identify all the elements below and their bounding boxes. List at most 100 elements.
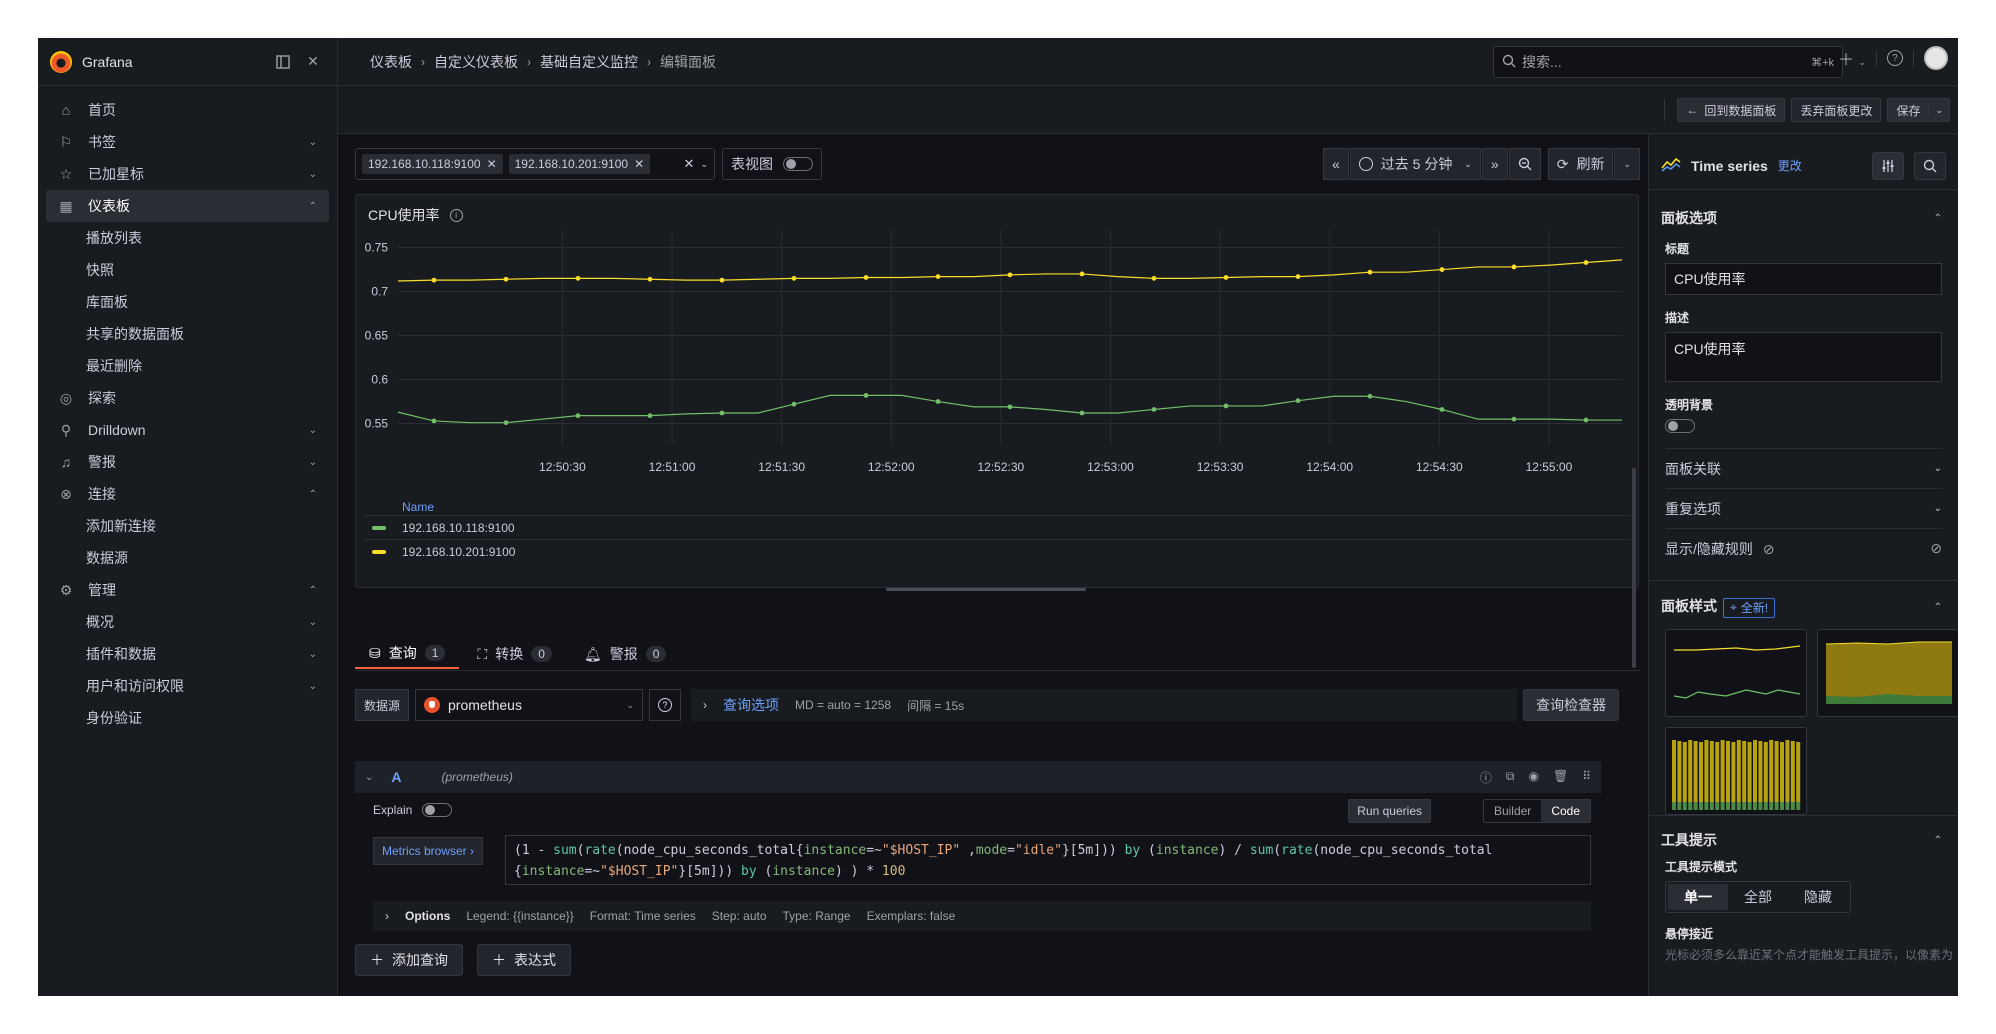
explain-toggle[interactable]: Explain [373,803,453,817]
dock-menu-icon[interactable] [271,50,295,74]
breadcrumb-item[interactable]: 自定义仪表板 [434,52,518,72]
refresh-button[interactable]: ⟳ 刷新 [1547,148,1614,180]
options-settings-button[interactable] [1872,151,1904,180]
transparent-toggle[interactable] [1665,419,1695,433]
horizontal-scrollbar[interactable] [886,588,1086,591]
chevron-down-icon[interactable]: ⌄ [309,425,317,436]
chevron-down-icon[interactable]: ⌄ [309,649,329,660]
remove-icon[interactable]: ✕ [487,157,497,171]
sidebar-item[interactable]: ⊗ 连接 ⌃ [46,478,329,510]
tooltip-header[interactable]: 工具提示 ⌃ [1649,822,1958,858]
discard-changes-button[interactable]: 丢弃面板更改 [1791,98,1882,122]
sidebar-subitem[interactable]: 用户和访问权限 ⌄ [38,670,329,702]
sidebar-subitem[interactable]: 概况 ⌄ [38,606,329,638]
zoom-out-button[interactable] [1508,148,1541,180]
refresh-interval-dropdown[interactable]: ⌄ [1614,148,1640,180]
chevron-down-icon[interactable]: ⌄ [1928,104,1949,116]
change-visualization-link[interactable]: 更改 [1778,157,1802,174]
query-inspector-button[interactable]: 查询检查器 [1523,689,1619,721]
query-options[interactable]: › 查询选项 MD = auto = 1258 间隔 = 15s [691,689,1517,721]
sidebar-subitem[interactable]: 库面板 [38,286,329,318]
title-input[interactable]: CPU使用率 [1665,263,1942,295]
tooltip-mode-single[interactable]: 单一 [1668,884,1728,910]
breadcrumb-item[interactable]: 基础自定义监控 [540,52,638,72]
legend-item[interactable]: 192.168.10.201:9100 [364,539,1630,563]
sidebar-subitem[interactable]: 共享的数据面板 [38,318,329,350]
table-view-toggle[interactable]: 表视图 [722,148,822,180]
chevron-down-icon[interactable]: ⌄ [309,457,317,468]
description-textarea[interactable]: CPU使用率 [1665,332,1942,382]
show-hide-rules-section[interactable]: 显示/隐藏规则 ⊘ ⊘ [1665,528,1942,568]
code-mode-button[interactable]: Code [1541,800,1590,822]
style-preset-lines[interactable] [1665,629,1807,717]
eye-icon[interactable]: ◉ [1528,769,1538,786]
chevron-down-icon[interactable]: ⌄ [309,681,329,692]
variable-chip[interactable]: 192.168.10.118:9100 ✕ [362,154,503,174]
sidebar-subitem[interactable]: 身份验证 [38,702,329,734]
panel-styles-header[interactable]: 面板样式 ⌖ 全新! ⌃ [1649,589,1958,625]
help-icon[interactable]: ? [1887,50,1903,66]
variable-chip[interactable]: 192.168.10.201:9100 ✕ [508,154,651,174]
query-options-summary[interactable]: › Options Legend: {{instance}} Format: T… [373,901,1591,931]
sidebar-item[interactable]: ☆ 已加星标 ⌄ [46,158,329,190]
promql-code-editor[interactable]: (1 - sum(rate(node_cpu_seconds_total{ins… [505,835,1591,885]
sidebar-item[interactable]: ⚲ Drilldown ⌄ [46,414,329,446]
back-to-dashboard-button[interactable]: ← 回到数据面板 [1677,98,1786,122]
shift-back-button[interactable]: « [1323,148,1349,180]
repeat-options-section[interactable]: 重复选项 ⌄ [1665,488,1942,528]
tooltip-mode-hidden[interactable]: 隐藏 [1788,884,1848,910]
datasource-picker[interactable]: prometheus ⌄ [415,689,644,721]
style-preset-area[interactable] [1817,629,1958,717]
chevron-up-icon[interactable]: ⌃ [309,489,317,500]
options-search-button[interactable] [1914,151,1946,180]
sidebar-subitem[interactable]: 最近删除 [38,350,329,382]
sidebar-subitem[interactable]: 播放列表 [38,222,329,254]
close-menu-icon[interactable]: ✕ [301,50,325,74]
sidebar-subitem[interactable]: 添加新连接 [38,510,329,542]
tooltip-mode-all[interactable]: 全部 [1728,884,1788,910]
add-expression-button[interactable]: ＋ 表达式 [477,944,571,976]
variable-selector[interactable]: 192.168.10.118:9100 ✕ 192.168.10.201:9100… [355,148,715,180]
query-ref-id[interactable]: A [391,769,401,785]
visualization-name[interactable]: Time series [1691,158,1768,174]
sidebar-item[interactable]: ▦ 仪表板 ⌃ [46,190,329,222]
line-chart[interactable]: 0.55 0.6 0.65 0.7 0.75 12:50:30 12:51:00 12:51:… [356,195,1640,495]
toggle-switch[interactable] [422,803,453,817]
sidebar-item[interactable]: ⌂ 首页 [46,94,329,126]
chevron-up-icon[interactable]: ⌃ [309,201,317,212]
time-range-picker[interactable]: 过去 5 分钟 ⌄ [1349,148,1481,180]
help-icon[interactable]: ⓘ [1480,769,1492,786]
search-input[interactable]: 搜索... ⌘+k [1493,46,1843,78]
new-plus-icon[interactable]: ＋ ⌄ [1838,46,1866,70]
query-options-link[interactable]: 查询选项 [723,695,779,715]
panel-options-header[interactable]: 面板选项 ⌃ [1649,200,1958,236]
sidebar-item[interactable]: ◎ 探索 [46,382,329,414]
style-preset-bars[interactable] [1665,727,1807,815]
sidebar-subitem[interactable]: 插件和数据 ⌄ [38,638,329,670]
save-button[interactable]: 保存 ⌄ [1887,98,1950,122]
grafana-logo-icon[interactable] [50,50,72,73]
trash-icon[interactable]: 🗑︎ [1553,769,1568,786]
chevron-down-icon[interactable]: ⌄ [309,169,317,180]
sidebar-subitem[interactable]: 数据源 [38,542,329,574]
panel-links-section[interactable]: 面板关联 ⌄ [1665,448,1942,488]
tab-alerts[interactable]: 🔔︎ 警报 0 [570,639,680,669]
toggle-switch[interactable] [783,157,813,171]
metrics-browser-button[interactable]: Metrics browser › [373,837,484,865]
duplicate-icon[interactable]: ⧉ [1506,769,1515,786]
chevron-down-icon[interactable]: ⌄ [700,159,708,170]
remove-icon[interactable]: ✕ [634,157,644,171]
datasource-help-button[interactable]: ? [649,689,682,721]
sidebar-subitem[interactable]: 快照 [38,254,329,286]
legend-item[interactable]: 192.168.10.118:9100 [364,515,1630,539]
chevron-down-icon[interactable]: ⌄ [309,617,329,628]
breadcrumb-item[interactable]: 仪表板 [370,52,412,72]
add-query-button[interactable]: ＋ 添加查询 [355,944,463,976]
sidebar-item[interactable]: ⚙ 管理 ⌃ [46,574,329,606]
shift-forward-button[interactable]: » [1481,148,1508,180]
vertical-scrollbar[interactable] [1632,468,1636,668]
run-queries-button[interactable]: Run queries [1348,799,1431,823]
collapse-chevron-icon[interactable]: ⌄ [365,772,373,783]
sidebar-item[interactable]: ⚐ 书签 ⌄ [46,126,329,158]
clear-icon[interactable]: ✕ [684,156,695,172]
